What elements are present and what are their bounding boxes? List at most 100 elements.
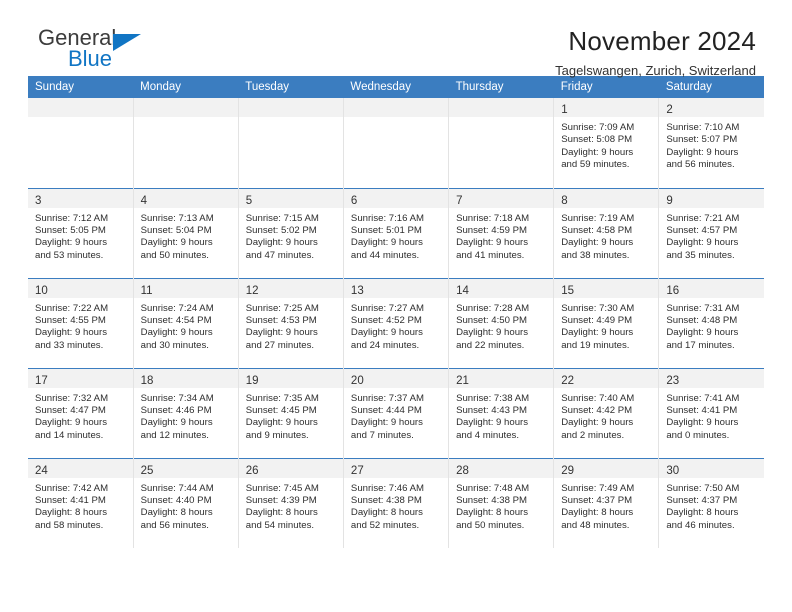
calendar-day-cell[interactable]: 19 Sunrise: 7:35 AM Sunset: 4:45 PM Dayligh… bbox=[238, 367, 344, 458]
calendar-day-cell[interactable]: 29 Sunrise: 7:49 AM Sunset: 4:37 PM Dayligh… bbox=[553, 457, 660, 548]
sunrise-text: Sunrise: 7:18 AM bbox=[456, 212, 530, 224]
daylight-text-line1: Daylight: 9 hours bbox=[666, 327, 739, 339]
daylight-text-line1: Daylight: 8 hours bbox=[350, 507, 423, 519]
daylight-text-line1: Daylight: 9 hours bbox=[245, 327, 318, 339]
day-number-band: 13 bbox=[343, 278, 449, 298]
sunset-text: Sunset: 4:58 PM bbox=[561, 224, 633, 236]
page-header: General Blue November 2024 Tagelswangen,… bbox=[28, 0, 764, 79]
sunset-text: Sunset: 4:38 PM bbox=[350, 494, 422, 506]
weekday-header-wednesday: Wednesday bbox=[343, 76, 449, 98]
calendar-day-cell[interactable]: 9 Sunrise: 7:21 AM Sunset: 4:57 PM Daylight… bbox=[658, 187, 764, 278]
day-number: 9 bbox=[666, 194, 673, 207]
daylight-text-line2: and 24 minutes. bbox=[350, 339, 420, 351]
calendar-day-cell[interactable]: 24 Sunrise: 7:42 AM Sunset: 4:41 PM Dayligh… bbox=[28, 457, 134, 548]
daylight-text-line1: Daylight: 9 hours bbox=[140, 327, 213, 339]
general-blue-logo[interactable]: General Blue bbox=[28, 26, 148, 80]
sunrise-text: Sunrise: 7:50 AM bbox=[666, 482, 740, 494]
daylight-text-line1: Daylight: 9 hours bbox=[561, 146, 634, 158]
calendar-day-cell[interactable]: 21 Sunrise: 7:38 AM Sunset: 4:43 PM Dayligh… bbox=[448, 367, 555, 458]
day-detail-block: Sunrise: 7:18 AM Sunset: 4:59 PM Daylight:… bbox=[449, 208, 553, 263]
calendar-day-cell[interactable]: 20 Sunrise: 7:37 AM Sunset: 4:44 PM Dayligh… bbox=[343, 367, 450, 458]
calendar-day-cell[interactable]: 17 Sunrise: 7:32 AM Sunset: 4:47 PM Dayligh… bbox=[28, 367, 134, 458]
daylight-text-line1: Daylight: 8 hours bbox=[666, 507, 739, 519]
calendar-day-cell[interactable]: 6 Sunrise: 7:16 AM Sunset: 5:01 PM Daylight… bbox=[343, 187, 450, 278]
sunset-text: Sunset: 4:46 PM bbox=[140, 404, 212, 416]
calendar-day-cell[interactable]: 1 Sunrise: 7:09 AM Sunset: 5:08 PM Daylight… bbox=[553, 98, 660, 188]
calendar-day-cell[interactable]: 23 Sunrise: 7:41 AM Sunset: 4:41 PM Dayligh… bbox=[658, 367, 764, 458]
calendar-week-row: 17 Sunrise: 7:32 AM Sunset: 4:47 PM Dayligh… bbox=[28, 367, 764, 458]
daylight-text-line1: Daylight: 9 hours bbox=[350, 417, 423, 429]
day-number-band: 26 bbox=[238, 458, 343, 478]
sunset-text: Sunset: 5:07 PM bbox=[666, 134, 738, 146]
sunset-text: Sunset: 4:57 PM bbox=[666, 224, 738, 236]
sunset-text: Sunset: 4:39 PM bbox=[245, 494, 317, 506]
calendar-day-cell[interactable]: 15 Sunrise: 7:30 AM Sunset: 4:49 PM Dayligh… bbox=[553, 277, 660, 368]
sunrise-text: Sunrise: 7:35 AM bbox=[245, 392, 319, 404]
day-number: 17 bbox=[35, 374, 48, 387]
calendar-day-cell[interactable]: 4 Sunrise: 7:13 AM Sunset: 5:04 PM Daylight… bbox=[133, 187, 239, 278]
calendar-day-cell[interactable]: 3 Sunrise: 7:12 AM Sunset: 5:05 PM Daylight… bbox=[28, 187, 134, 278]
calendar-day-cell[interactable]: 11 Sunrise: 7:24 AM Sunset: 4:54 PM Dayligh… bbox=[133, 277, 239, 368]
daylight-text-line2: and 0 minutes. bbox=[666, 429, 730, 441]
day-detail-block: Sunrise: 7:48 AM Sunset: 4:38 PM Daylight:… bbox=[449, 478, 553, 533]
calendar-day-cell[interactable]: 18 Sunrise: 7:34 AM Sunset: 4:46 PM Dayligh… bbox=[133, 367, 239, 458]
day-number: 20 bbox=[350, 374, 364, 387]
day-detail-block: Sunrise: 7:45 AM Sunset: 4:39 PM Daylight:… bbox=[239, 478, 343, 533]
day-number-band bbox=[449, 98, 554, 117]
calendar-day-cell[interactable]: 14 Sunrise: 7:28 AM Sunset: 4:50 PM Dayligh… bbox=[448, 277, 555, 368]
day-detail-block: Sunrise: 7:15 AM Sunset: 5:02 PM Daylight:… bbox=[239, 208, 343, 263]
daylight-text-line2: and 33 minutes. bbox=[35, 339, 104, 351]
daylight-text-line2: and 14 minutes. bbox=[35, 429, 104, 441]
calendar-day-cell[interactable]: 10 Sunrise: 7:22 AM Sunset: 4:55 PM Dayligh… bbox=[28, 277, 134, 368]
sunset-text: Sunset: 4:45 PM bbox=[245, 404, 317, 416]
day-detail-block: Sunrise: 7:30 AM Sunset: 4:49 PM Daylight:… bbox=[554, 298, 658, 353]
daylight-text-line2: and 50 minutes. bbox=[456, 519, 525, 531]
calendar-day-cell[interactable]: 22 Sunrise: 7:40 AM Sunset: 4:42 PM Dayligh… bbox=[553, 367, 660, 458]
day-number: 4 bbox=[140, 194, 148, 207]
calendar-day-cell[interactable]: 25 Sunrise: 7:44 AM Sunset: 4:40 PM Dayligh… bbox=[133, 457, 239, 548]
day-number: 6 bbox=[350, 194, 358, 207]
sunset-text: Sunset: 4:54 PM bbox=[140, 314, 212, 326]
day-number-band bbox=[28, 98, 133, 117]
daylight-text-line1: Daylight: 8 hours bbox=[561, 507, 634, 519]
day-detail-block: Sunrise: 7:24 AM Sunset: 4:54 PM Daylight:… bbox=[134, 298, 238, 353]
calendar-day-cell[interactable]: 2 Sunrise: 7:10 AM Sunset: 5:07 PM Daylight… bbox=[658, 98, 764, 188]
calendar-day-cell[interactable]: 13 Sunrise: 7:27 AM Sunset: 4:52 PM Dayligh… bbox=[343, 277, 450, 368]
day-detail-block: Sunrise: 7:34 AM Sunset: 4:46 PM Daylight:… bbox=[134, 388, 238, 443]
day-number: 16 bbox=[666, 284, 680, 297]
day-number-band bbox=[238, 98, 343, 117]
daylight-text-line2: and 38 minutes. bbox=[561, 249, 630, 261]
calendar-day-cell[interactable]: 30 Sunrise: 7:50 AM Sunset: 4:37 PM Dayligh… bbox=[658, 457, 764, 548]
day-number-band: 5 bbox=[238, 188, 343, 208]
day-number-band: 24 bbox=[28, 458, 133, 478]
sunset-text: Sunset: 4:42 PM bbox=[561, 404, 633, 416]
calendar-day-cell[interactable]: 12 Sunrise: 7:25 AM Sunset: 4:53 PM Dayligh… bbox=[238, 277, 344, 368]
sunrise-text: Sunrise: 7:46 AM bbox=[350, 482, 424, 494]
day-number-band: 8 bbox=[554, 188, 659, 208]
calendar-day-cell[interactable]: 5 Sunrise: 7:15 AM Sunset: 5:02 PM Daylight… bbox=[238, 187, 344, 278]
daylight-text-line2: and 53 minutes. bbox=[35, 249, 104, 261]
daylight-text-line1: Daylight: 9 hours bbox=[350, 237, 423, 249]
calendar-day-cell[interactable]: 26 Sunrise: 7:45 AM Sunset: 4:39 PM Dayligh… bbox=[238, 457, 344, 548]
daylight-text-line2: and 41 minutes. bbox=[456, 249, 525, 261]
daylight-text-line2: and 47 minutes. bbox=[245, 249, 315, 261]
day-number-band bbox=[343, 98, 449, 117]
calendar-day-cell[interactable]: 8 Sunrise: 7:19 AM Sunset: 4:58 PM Daylight… bbox=[553, 187, 660, 278]
weekday-header-thursday: Thursday bbox=[448, 76, 554, 98]
day-number-band bbox=[133, 98, 238, 117]
logo-text-blue: Blue bbox=[68, 46, 113, 71]
calendar-day-cell[interactable]: 27 Sunrise: 7:46 AM Sunset: 4:38 PM Dayligh… bbox=[343, 457, 450, 548]
day-number: 7 bbox=[456, 194, 463, 207]
calendar-day-cell[interactable]: 28 Sunrise: 7:48 AM Sunset: 4:38 PM Dayligh… bbox=[448, 457, 555, 548]
day-detail-block: Sunrise: 7:38 AM Sunset: 4:43 PM Daylight:… bbox=[449, 388, 553, 443]
day-number: 5 bbox=[245, 194, 253, 207]
daylight-text-line1: Daylight: 9 hours bbox=[456, 237, 529, 249]
day-number: 11 bbox=[140, 284, 153, 297]
daylight-text-line1: Daylight: 9 hours bbox=[456, 327, 529, 339]
calendar-day-cell[interactable]: 7 Sunrise: 7:18 AM Sunset: 4:59 PM Daylight… bbox=[448, 187, 555, 278]
calendar-day-cell[interactable]: 16 Sunrise: 7:31 AM Sunset: 4:48 PM Dayligh… bbox=[658, 277, 764, 368]
day-number: 15 bbox=[561, 284, 574, 297]
day-detail-block: Sunrise: 7:44 AM Sunset: 4:40 PM Daylight:… bbox=[134, 478, 238, 533]
sunset-text: Sunset: 4:50 PM bbox=[456, 314, 527, 326]
calendar-body: 1 Sunrise: 7:09 AM Sunset: 5:08 PM Daylight… bbox=[28, 98, 764, 548]
